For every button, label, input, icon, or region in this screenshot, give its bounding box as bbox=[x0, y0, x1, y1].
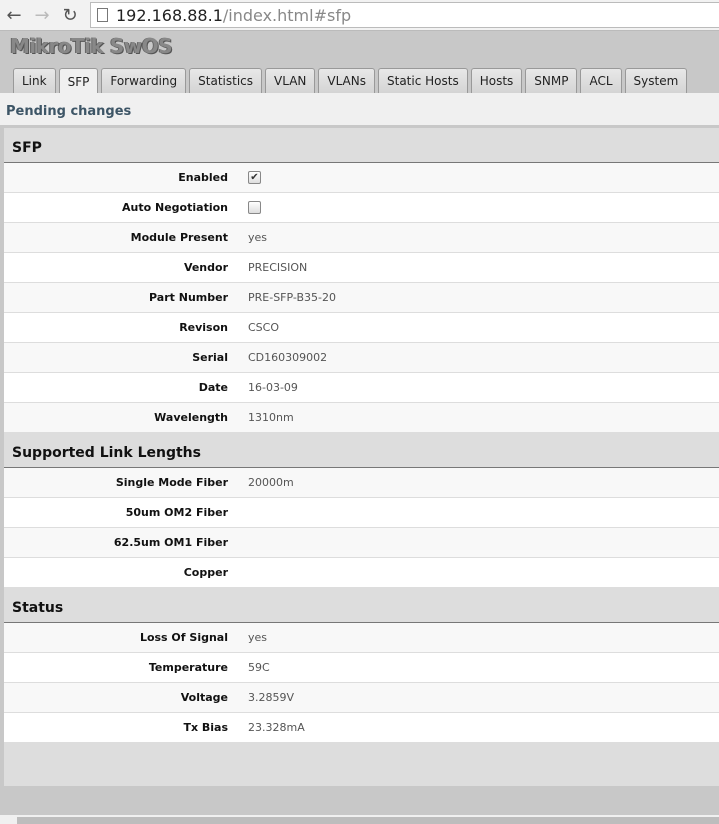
field-label: Copper bbox=[183, 566, 228, 579]
field-value: PRE-SFP-B35-20 bbox=[248, 291, 336, 304]
address-bar[interactable]: 192.168.88.1/index.html#sfp bbox=[90, 2, 719, 28]
section-rows: Single Mode Fiber 20000m 50um OM2 Fiber 62.… bbox=[4, 468, 719, 588]
field-row: Loss Of Signal yes bbox=[4, 623, 719, 653]
tab-vlans[interactable]: VLANs bbox=[318, 68, 375, 93]
field-label: Revison bbox=[179, 321, 228, 334]
field-row: Part Number PRE-SFP-B35-20 bbox=[4, 283, 719, 313]
tab-vlan[interactable]: VLAN bbox=[265, 68, 316, 93]
field-label: 50um OM2 Fiber bbox=[125, 506, 228, 519]
field-row: Copper bbox=[4, 558, 719, 588]
tab-statistics[interactable]: Statistics bbox=[189, 68, 263, 93]
field-value: yes bbox=[248, 631, 268, 644]
horizontal-scrollbar[interactable] bbox=[0, 815, 719, 824]
field-row: Voltage 3.2859V bbox=[4, 683, 719, 713]
field-value: CSCO bbox=[248, 321, 280, 334]
panel-footer bbox=[4, 743, 719, 786]
field-label: Wavelength bbox=[154, 411, 228, 424]
field-value: 59C bbox=[248, 661, 270, 674]
tab-snmp[interactable]: SNMP bbox=[525, 68, 578, 93]
tab-link[interactable]: Link bbox=[13, 68, 56, 93]
field-value: 1310nm bbox=[248, 411, 294, 424]
field-label: Module Present bbox=[130, 231, 228, 244]
field-row: Revison CSCO bbox=[4, 313, 719, 343]
field-row: 62.5um OM1 Fiber bbox=[4, 528, 719, 558]
field-row: Date 16-03-09 bbox=[4, 373, 719, 403]
field-label: 62.5um OM1 Fiber bbox=[113, 536, 228, 549]
field-label: Part Number bbox=[149, 291, 228, 304]
url-path: /index.html#sfp bbox=[222, 5, 352, 25]
field-row: Tx Bias 23.328mA bbox=[4, 713, 719, 743]
sfp-panel: SFP Enabled ✔ Auto Negotiation Module Presen… bbox=[4, 128, 719, 786]
tab-static-hosts[interactable]: Static Hosts bbox=[378, 68, 468, 93]
field-label: Temperature bbox=[148, 661, 228, 674]
pending-changes: Pending changes bbox=[0, 93, 719, 125]
field-label: Enabled bbox=[178, 171, 228, 184]
section-header: SFP bbox=[4, 128, 719, 163]
tab-hosts[interactable]: Hosts bbox=[470, 68, 523, 93]
forward-icon[interactable]: → bbox=[28, 5, 56, 26]
field-value: 3.2859V bbox=[248, 691, 295, 704]
app-title: MikroTik SwOS bbox=[10, 34, 173, 58]
field-label: Date bbox=[198, 381, 228, 394]
field-row: Single Mode Fiber 20000m bbox=[4, 468, 719, 498]
field-row: Vendor PRECISION bbox=[4, 253, 719, 283]
field-value: 16-03-09 bbox=[248, 381, 298, 394]
reload-icon[interactable]: ↻ bbox=[56, 5, 84, 26]
field-label: Loss Of Signal bbox=[139, 631, 228, 644]
scrollbar-thumb[interactable] bbox=[17, 817, 719, 824]
checkbox[interactable]: ✔ bbox=[248, 171, 261, 184]
url-host: 192.168.88.1 bbox=[116, 5, 223, 25]
page-icon bbox=[97, 8, 108, 22]
field-label: Single Mode Fiber bbox=[115, 476, 228, 489]
field-label: Auto Negotiation bbox=[122, 201, 228, 214]
field-row: 50um OM2 Fiber bbox=[4, 498, 719, 528]
field-value: CD160309002 bbox=[248, 351, 328, 364]
tab-system[interactable]: System bbox=[624, 68, 688, 93]
tab-acl[interactable]: ACL bbox=[580, 68, 622, 93]
tab-bar: Link SFP Forwarding Statistics VLAN VLANs Stat… bbox=[13, 68, 688, 94]
field-label: Voltage bbox=[180, 691, 228, 704]
field-label: Vendor bbox=[183, 261, 228, 274]
field-value: PRECISION bbox=[248, 261, 308, 274]
field-row: Module Present yes bbox=[4, 223, 719, 253]
section-rows: Loss Of Signal yes Temperature 59C Voltage 3.… bbox=[4, 623, 719, 743]
field-value: yes bbox=[248, 231, 268, 244]
tab-sfp[interactable]: SFP bbox=[58, 68, 99, 94]
field-row: Wavelength 1310nm bbox=[4, 403, 719, 433]
field-label: Serial bbox=[192, 351, 228, 364]
section-header: Supported Link Lengths bbox=[4, 433, 719, 468]
field-row: Serial CD160309002 bbox=[4, 343, 719, 373]
section-rows: Enabled ✔ Auto Negotiation Module Present ye… bbox=[4, 163, 719, 433]
field-row: Temperature 59C bbox=[4, 653, 719, 683]
tab-forwarding[interactable]: Forwarding bbox=[101, 68, 187, 93]
field-row: Auto Negotiation bbox=[4, 193, 719, 223]
field-value: 20000m bbox=[248, 476, 294, 489]
field-value: 23.328mA bbox=[248, 721, 305, 734]
field-label: Tx Bias bbox=[183, 721, 228, 734]
field-row: Enabled ✔ bbox=[4, 163, 719, 193]
section-header: Status bbox=[4, 588, 719, 623]
back-icon[interactable]: ← bbox=[0, 5, 28, 26]
browser-toolbar: ← → ↻ 192.168.88.1/index.html#sfp bbox=[0, 0, 719, 31]
checkbox[interactable] bbox=[248, 201, 261, 214]
